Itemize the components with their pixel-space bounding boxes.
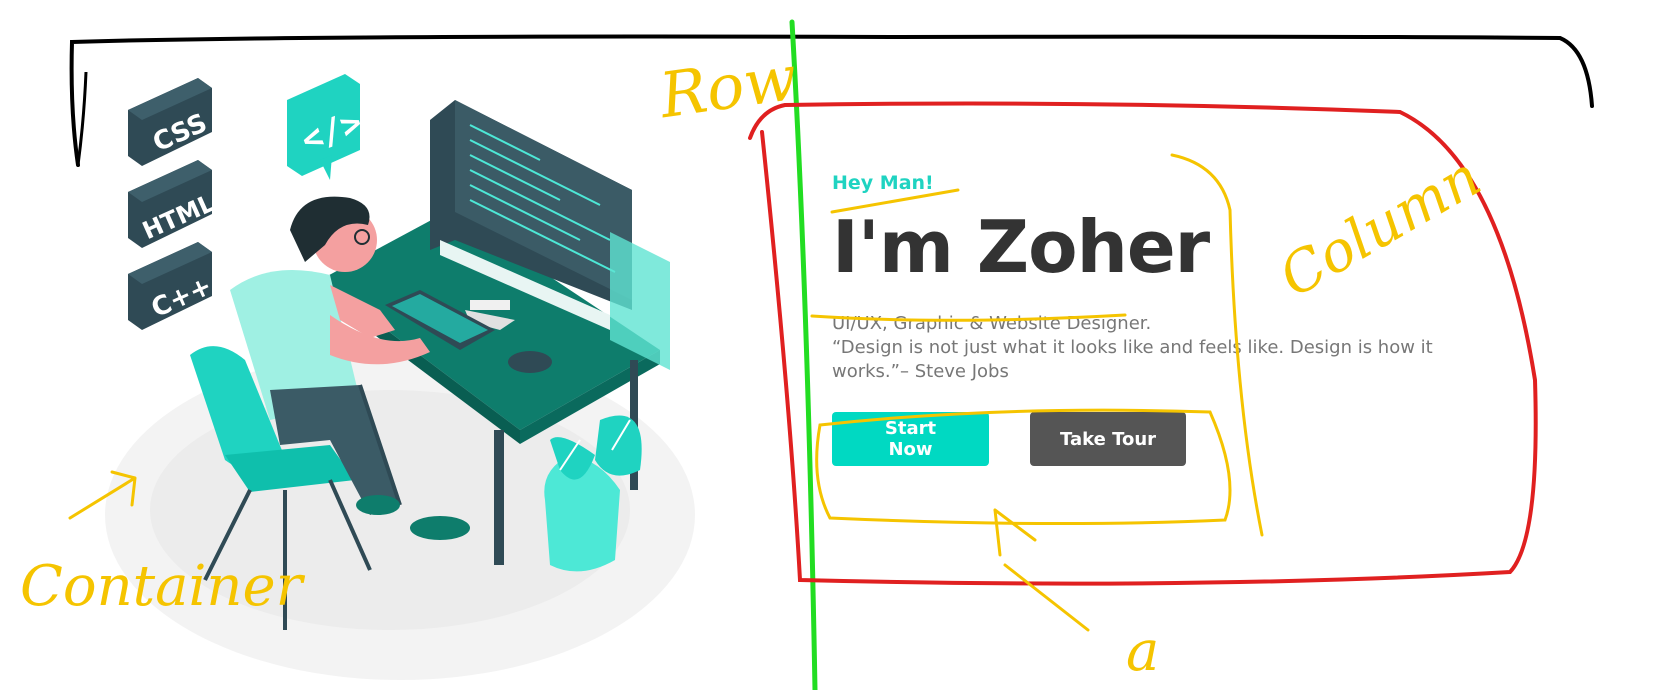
css-badge: CSS <box>128 78 212 166</box>
take-tour-button[interactable]: Take Tour <box>1030 412 1186 466</box>
hero-description: UI/UX, Graphic & Website Designer. “Desi… <box>832 312 1472 384</box>
page: CSS HTML C++ </> Hey Man! I'm Zoher UI/U… <box>0 0 1656 690</box>
code-bubble: </> <box>287 74 368 180</box>
cpp-badge: C++ <box>128 242 216 330</box>
description-line: “Design is not just what it looks like a… <box>832 337 1433 382</box>
description-line: UI/UX, Graphic & Website Designer. <box>832 313 1152 334</box>
mouse <box>508 351 552 373</box>
page-title: I'm Zoher <box>832 205 1210 289</box>
button-row: Start Now Take Tour <box>832 412 1512 466</box>
html-badge: HTML <box>128 160 219 248</box>
greeting-text: Hey Man! <box>832 172 934 194</box>
start-now-button[interactable]: Start Now <box>832 412 989 466</box>
hero-section: Hey Man! I'm Zoher UI/UX, Graphic & Webs… <box>832 170 1512 466</box>
